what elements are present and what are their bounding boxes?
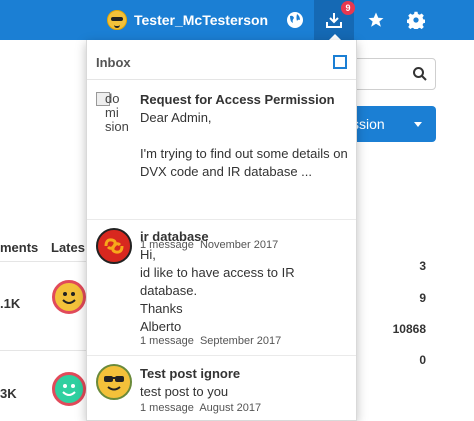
inbox-message[interactable]: Test post ignore test post to you 1 mess… (87, 356, 356, 420)
message-date: August 2017 (199, 402, 262, 414)
message-subject: Test post ignore (140, 366, 241, 381)
sender-avatar: do mi sion (96, 92, 134, 132)
table-divider (0, 261, 96, 262)
sunglasses-face-icon (99, 367, 129, 397)
smiley-icon (62, 292, 76, 304)
smiley-icon (62, 384, 76, 396)
avatar-alt-text: do mi sion (105, 92, 129, 132)
table-header-latest: Lates (51, 240, 85, 255)
user-menu[interactable]: Tester_McTesterson (107, 8, 268, 32)
table-cell-value: 3K (0, 386, 17, 401)
inbox-message[interactable]: ir database Hi, id like to have access t… (87, 220, 356, 360)
message-preview: Hi, id like to have access to IR databas… (140, 247, 295, 334)
inbox-header: Inbox (87, 40, 356, 80)
gear-icon[interactable] (404, 8, 428, 32)
user-avatar[interactable] (52, 280, 86, 314)
message-meta: 1 message September 2017 (140, 335, 281, 347)
message-meta: 1 message August 2017 (140, 402, 261, 414)
username: Tester_McTesterson (134, 12, 269, 28)
sender-avatar (96, 364, 132, 400)
user-avatar[interactable] (52, 372, 86, 406)
table-header-comments: ments (0, 240, 39, 255)
message-preview: test post to you (140, 384, 229, 399)
table-divider (0, 350, 96, 351)
sender-avatar (96, 228, 132, 264)
table-cell-value: .1K (0, 296, 21, 311)
top-navigation-bar: Tester_McTesterson 9 (0, 0, 474, 40)
star-icon[interactable] (364, 8, 388, 32)
globe-icon[interactable] (283, 8, 307, 32)
inbox-title: Inbox (96, 55, 131, 70)
caret-down-icon (414, 122, 422, 127)
square-icon[interactable] (333, 55, 347, 69)
stat-number: 9 (419, 291, 426, 305)
stat-number: 3 (419, 259, 426, 273)
stat-number: 10868 (392, 322, 426, 336)
message-subject: ir database (140, 229, 209, 244)
message-count: 1 message (140, 335, 194, 347)
message-preview: Dear Admin, I'm trying to find out some … (140, 110, 348, 179)
inbox-dropdown: Inbox do mi sion Request for Access Perm… (86, 40, 357, 421)
message-subject: Request for Access Permission (140, 92, 335, 107)
message-date: September 2017 (199, 335, 282, 347)
user-avatar-icon (107, 10, 127, 30)
stat-number: 0 (419, 353, 426, 367)
message-count: 1 message (140, 402, 194, 414)
inbox-count-badge: 9 (341, 1, 355, 15)
swirl-avatar-icon (99, 231, 129, 261)
search-icon[interactable] (412, 66, 428, 82)
